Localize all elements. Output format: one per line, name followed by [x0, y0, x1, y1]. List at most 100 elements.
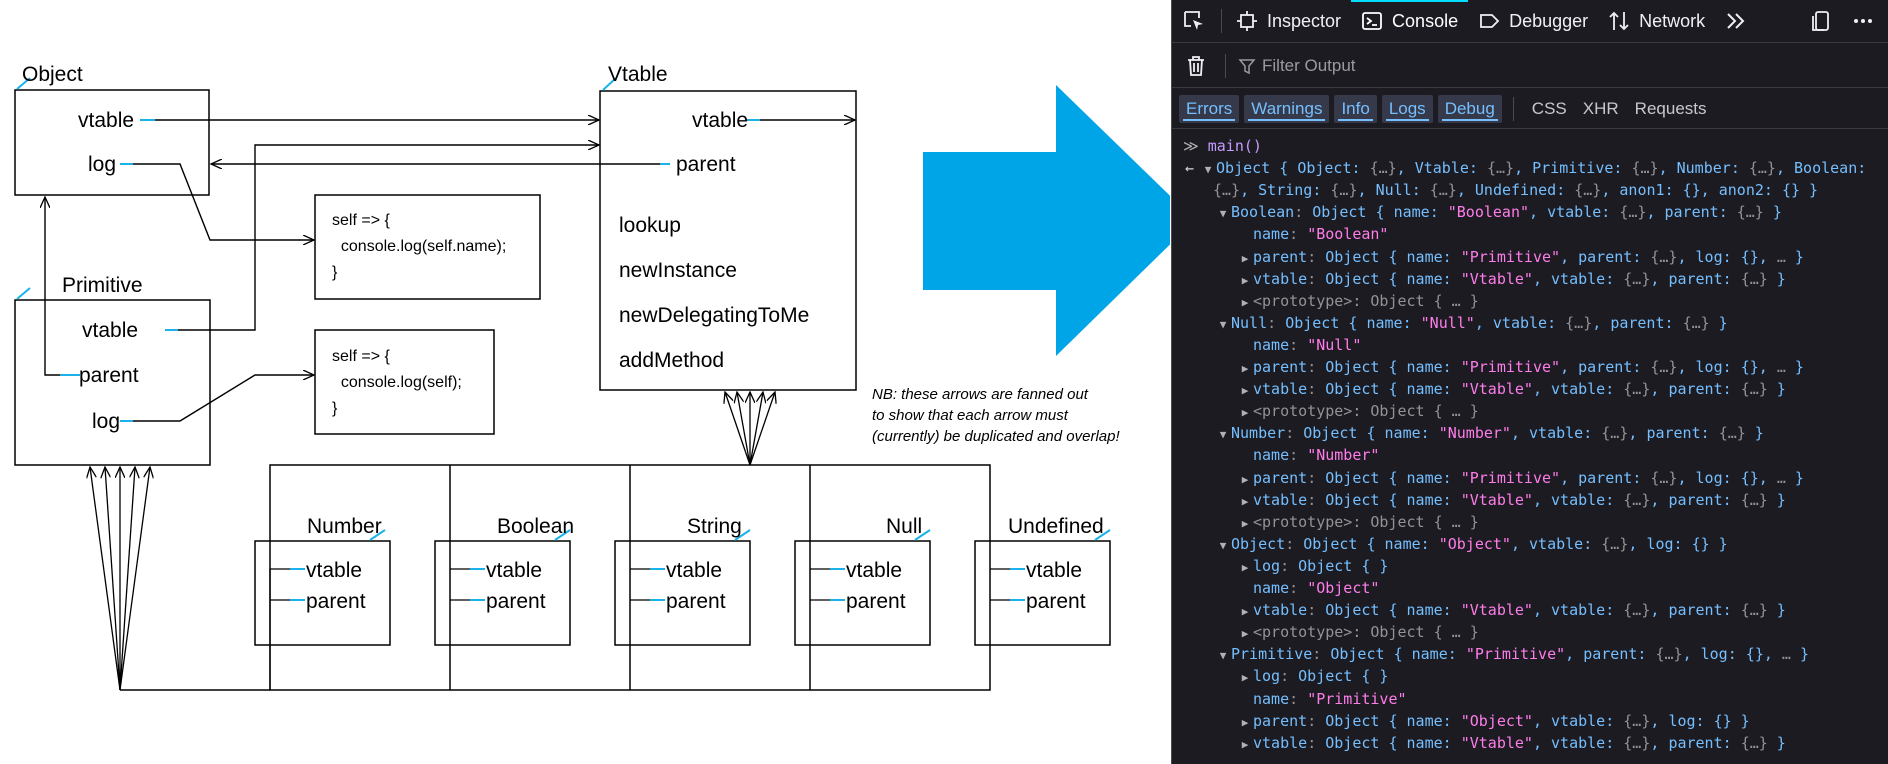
expanded-triangle-icon[interactable]: ▼: [1200, 159, 1216, 181]
property-summary: Object { Object: {…}, Vtable: {…}, Primi…: [1216, 159, 1867, 178]
filter-output-input[interactable]: [1262, 55, 1782, 76]
levels-separator: [1512, 96, 1514, 121]
console-output-row[interactable]: ← ▼ Object { Object: {…}, Vtable: {…}, Pri…: [1185, 157, 1866, 179]
expanded-triangle-icon[interactable]: ▼: [1215, 314, 1231, 336]
filter-logs-button[interactable]: Logs: [1381, 94, 1433, 123]
filter-requests-button[interactable]: Requests: [1627, 99, 1715, 119]
code-snippet-log-self: self => { console.log(self); }: [332, 348, 462, 417]
filter-css-button[interactable]: CSS: [1524, 99, 1575, 119]
console-output-row[interactable]: ▼ Number: Object { name: "Number", vtable…: [1215, 422, 1764, 444]
property-key: name: [1253, 335, 1290, 354]
console-output-row[interactable]: ▶ <prototype>: Object { … }: [1237, 290, 1479, 312]
console-output-row[interactable]: ▶ <prototype>: Object { … }: [1237, 400, 1479, 422]
expanded-triangle-icon[interactable]: ▼: [1215, 424, 1231, 446]
object-box-title: Object: [22, 63, 83, 86]
console-output-row[interactable]: ▶ vtable: Object { name: "Vtable", vtable…: [1237, 489, 1786, 511]
collapsed-triangle-icon[interactable]: ▶: [1237, 513, 1253, 535]
element-picker-icon: [1184, 11, 1203, 30]
collapsed-triangle-icon[interactable]: ▶: [1237, 667, 1253, 689]
collapsed-triangle-icon[interactable]: ▶: [1237, 402, 1253, 424]
filter-warnings-button[interactable]: Warnings: [1244, 94, 1330, 123]
console-output-row[interactable]: ▼ Primitive: Object { name: "Primitive", …: [1215, 643, 1809, 665]
dock-button[interactable]: [1800, 0, 1842, 43]
console-input-line: ≫ main(): [1183, 135, 1262, 157]
inspector-icon: [1237, 11, 1257, 31]
collapsed-triangle-icon[interactable]: ▶: [1237, 292, 1253, 314]
console-output-row[interactable]: ▶ parent: Object { name: "Primitive", par…: [1237, 356, 1804, 378]
debugger-icon: [1480, 14, 1500, 28]
property-summary: Object { name: "Object", vtable: {…}, lo…: [1303, 534, 1728, 553]
property-key: Boolean: [1231, 203, 1295, 222]
collapsed-triangle-icon[interactable]: ▶: [1237, 623, 1253, 645]
clear-console-button[interactable]: [1171, 55, 1221, 77]
collapsed-triangle-icon[interactable]: ▶: [1237, 557, 1253, 579]
console-output-row[interactable]: ▶ vtable: Object { name: "Vtable", vtable…: [1237, 732, 1786, 754]
console-output-row[interactable]: ▶ <prototype>: Object { … }: [1237, 621, 1479, 643]
console-filter-bar: [1171, 44, 1888, 88]
console-output-row[interactable]: ▶ parent: Object { name: "Object", vtable…: [1237, 710, 1750, 732]
collapsed-triangle-icon[interactable]: ▶: [1237, 270, 1253, 292]
property-string-value: "Null": [1307, 335, 1362, 354]
filter-debug-button[interactable]: Debug: [1437, 94, 1502, 123]
filter-xhr-button[interactable]: XHR: [1575, 99, 1627, 119]
expanded-triangle-icon[interactable]: ▼: [1215, 535, 1231, 557]
collapsed-triangle-icon[interactable]: ▶: [1237, 601, 1253, 623]
collapsed-triangle-icon[interactable]: ▶: [1237, 491, 1253, 513]
property-key: <prototype>: [1253, 402, 1353, 421]
collapsed-triangle-icon[interactable]: ▶: [1237, 469, 1253, 491]
property-key: vtable: [1253, 380, 1308, 399]
vtable-box: [599, 90, 857, 391]
console-output-row[interactable]: ▶ vtable: Object { name: "Vtable", vtable…: [1237, 378, 1786, 400]
filter-separator: [1225, 53, 1226, 78]
more-icon: [1854, 19, 1872, 23]
collapsed-triangle-icon[interactable]: ▶: [1237, 358, 1253, 380]
console-output-row[interactable]: ▶ log: Object { }: [1237, 665, 1389, 689]
element-picker-button[interactable]: [1171, 0, 1217, 43]
expanded-triangle-icon[interactable]: ▼: [1215, 203, 1231, 225]
console-output-row[interactable]: ▶ vtable: Object { name: "Vtable", vtable…: [1237, 268, 1786, 290]
console-output-row[interactable]: ▼ Null: Object { name: "Null", vtable: {……: [1215, 312, 1728, 334]
property-summary: Object { name: "Vtable", vtable: {…}, pa…: [1325, 601, 1786, 620]
collapsed-triangle-icon[interactable]: ▶: [1237, 380, 1253, 402]
type-boolean-title: Boolean: [497, 515, 575, 538]
more-options-button[interactable]: [1842, 0, 1888, 43]
console-output-row[interactable]: ▶ <prototype>: Object { … }: [1237, 511, 1479, 533]
tab-inspector[interactable]: Inspector: [1226, 0, 1351, 43]
console-output-row[interactable]: ▶ parent: Object { name: "Primitive", par…: [1237, 246, 1804, 268]
filter-output-field[interactable]: [1230, 51, 1888, 81]
filter-errors-button[interactable]: Errors: [1179, 94, 1240, 123]
network-icon: [1609, 11, 1629, 31]
console-output-row[interactable]: ▶ vtable: Object { name: "Vtable", vtable…: [1237, 599, 1786, 621]
console-output-row[interactable]: ▶ log: Object { }: [1237, 555, 1389, 579]
property-key: <prototype>: [1253, 512, 1353, 531]
prompt-chevrons-icon: ≫: [1183, 137, 1199, 155]
primitive-field-parent: parent: [79, 364, 139, 387]
vtable-method-newinstance: newInstance: [619, 259, 737, 282]
console-output-row[interactable]: ▼ Boolean: Object { name: "Boolean", vtab…: [1215, 201, 1782, 223]
property-summary: Object { name: "Primitive", parent: {…},…: [1325, 468, 1804, 487]
property-summary: Object { name: "Boolean", vtable: {…}, p…: [1312, 203, 1782, 222]
type-string-field-parent: parent: [666, 590, 726, 613]
tab-debugger[interactable]: Debugger: [1468, 0, 1598, 43]
collapsed-triangle-icon[interactable]: ▶: [1237, 248, 1253, 270]
tab-separator: [1221, 9, 1222, 33]
type-number-title: Number: [307, 515, 382, 538]
property-key: vtable: [1253, 601, 1308, 620]
tab-console-label: Console: [1392, 10, 1459, 31]
filter-info-button[interactable]: Info: [1334, 94, 1377, 123]
object-field-vtable: vtable: [78, 109, 135, 132]
tab-console[interactable]: Console: [1351, 0, 1469, 43]
overflow-tabs-button[interactable]: [1715, 0, 1757, 43]
type-null-title: Null: [886, 515, 923, 538]
console-output-row[interactable]: ▼ Object: Object { name: "Object", vtable…: [1215, 533, 1728, 555]
property-key: vtable: [1253, 490, 1308, 509]
property-summary: Object { name: "Vtable", vtable: {…}, pa…: [1325, 380, 1786, 399]
expanded-triangle-icon[interactable]: ▼: [1215, 645, 1231, 667]
big-right-arrow: [923, 85, 1170, 356]
property-summary: Object { name: "Null", vtable: {…}, pare…: [1285, 313, 1728, 332]
collapsed-triangle-icon[interactable]: ▶: [1237, 734, 1253, 756]
property-key: Number: [1231, 424, 1286, 443]
tab-network[interactable]: Network: [1598, 0, 1715, 43]
console-output-row[interactable]: ▶ parent: Object { name: "Primitive", par…: [1237, 467, 1804, 489]
collapsed-triangle-icon[interactable]: ▶: [1237, 712, 1253, 734]
